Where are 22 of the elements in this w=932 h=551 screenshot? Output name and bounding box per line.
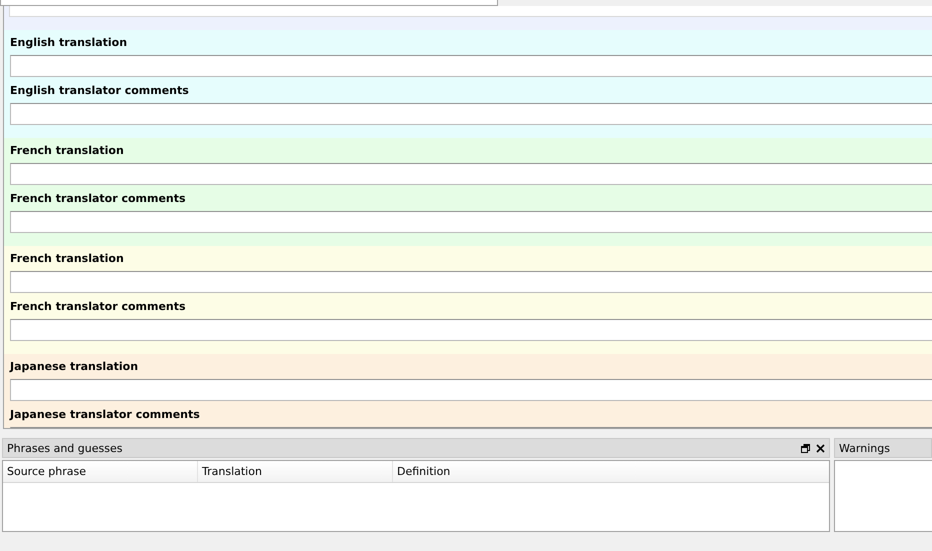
field-label: French translator comments bbox=[10, 299, 187, 315]
field-label: English translator comments bbox=[10, 83, 190, 99]
field-label: French translation bbox=[10, 143, 125, 159]
panel-title: Phrases and guesses bbox=[7, 442, 124, 454]
field-label: French translator comments bbox=[10, 191, 187, 207]
input-field[interactable] bbox=[10, 211, 932, 233]
input-field[interactable] bbox=[10, 103, 932, 125]
close-icon[interactable] bbox=[816, 444, 825, 452]
column-header[interactable]: Translation bbox=[198, 461, 393, 482]
column-header[interactable]: Definition bbox=[393, 461, 829, 482]
panel-title: Warnings bbox=[839, 442, 891, 454]
field-label: French translation bbox=[10, 251, 125, 267]
field-label: English translation bbox=[10, 35, 128, 51]
input-field[interactable] bbox=[10, 55, 932, 77]
input-field[interactable] bbox=[10, 379, 932, 401]
field-label: Japanese translator comments bbox=[10, 407, 201, 423]
column-header[interactable]: Source phrase bbox=[3, 461, 198, 482]
restore-icon[interactable] bbox=[801, 444, 810, 452]
input-field[interactable] bbox=[10, 163, 932, 185]
input-field[interactable] bbox=[10, 271, 932, 293]
input-field[interactable] bbox=[10, 319, 932, 341]
field-label: Japanese translation bbox=[10, 359, 140, 375]
